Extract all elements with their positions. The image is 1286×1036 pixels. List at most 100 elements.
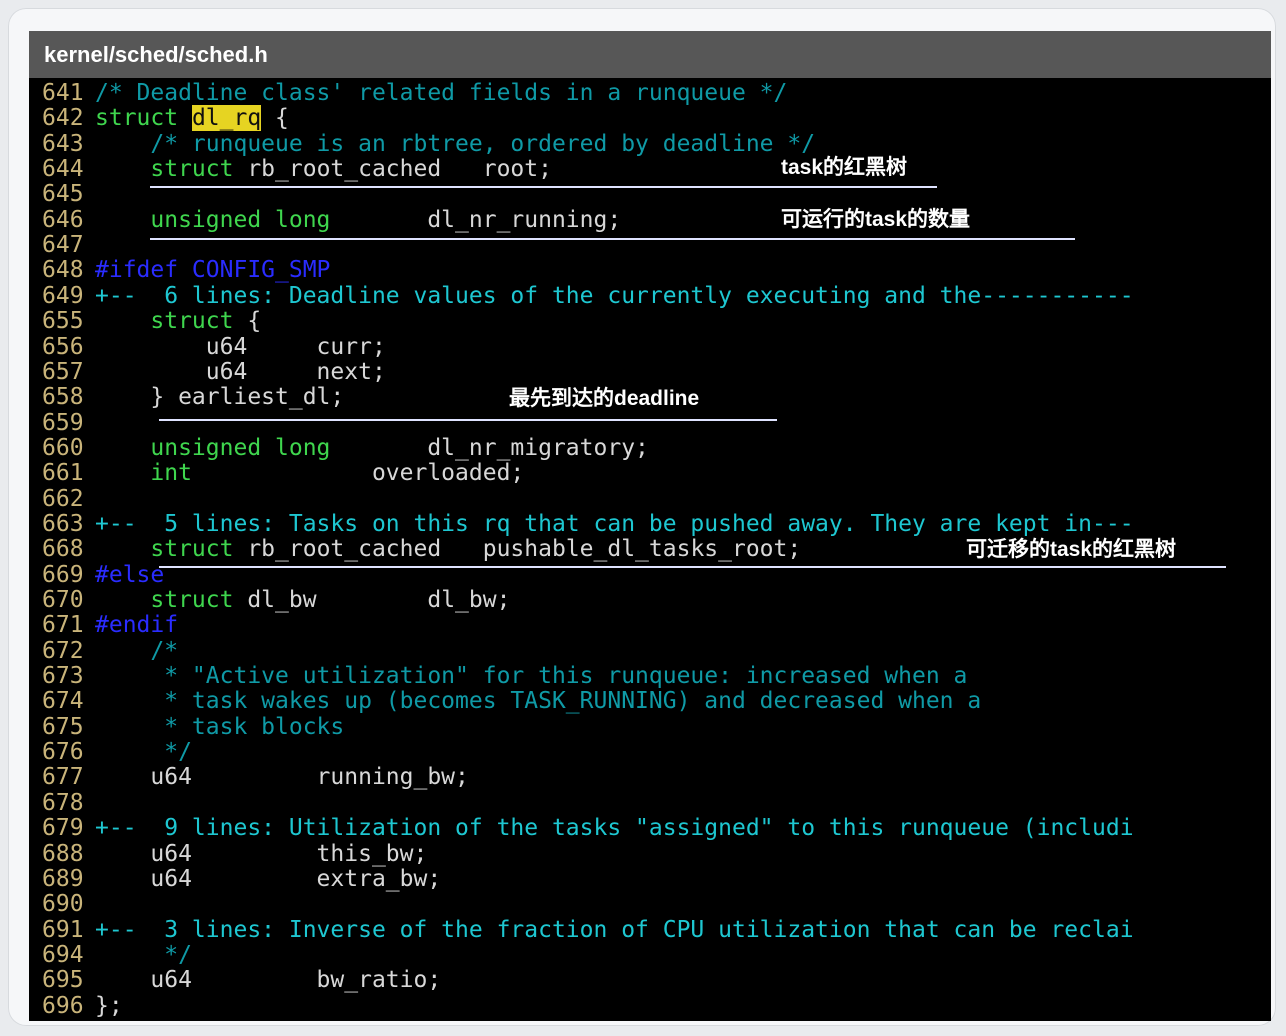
code-line[interactable]: 656 u64 curr; [29, 334, 386, 360]
line-number: 641 [42, 80, 84, 106]
code-line[interactable]: 642 struct dl_rq { [29, 105, 289, 132]
code-line[interactable]: 694 */ [29, 942, 192, 968]
code-line[interactable]: 675 * task blocks [29, 714, 344, 740]
code-token: u64 bw_ratio; [95, 967, 442, 994]
code-line[interactable]: 659 [29, 410, 95, 436]
code-line[interactable]: 674 * task wakes up (becomes TASK_RUNNIN… [29, 688, 981, 714]
code-line[interactable]: 660 unsigned long dl_nr_migratory; [29, 435, 649, 461]
code-line[interactable]: 649 +-- 6 lines: Deadline values of the c… [29, 283, 1134, 309]
line-number: 657 [42, 358, 84, 385]
code-line[interactable]: 657 u64 next; [29, 359, 386, 385]
code-text: +-- 6 lines: Deadline values of the curr… [95, 283, 1134, 309]
code-line[interactable]: 679 +-- 9 lines: Utilization of the tasks… [29, 815, 1134, 841]
code-token: * "Active utilization" for this runqueue… [95, 663, 968, 690]
code-token: */ [95, 739, 192, 766]
code-line[interactable]: 696}; [29, 993, 123, 1019]
code-line[interactable]: 678 [29, 790, 95, 816]
line-number: 669 [42, 561, 84, 588]
line-number: 689 [42, 865, 84, 892]
code-token: }; [95, 992, 123, 1019]
line-number: 642 [42, 105, 84, 132]
code-line[interactable]: 643 /* runqueue is an rbtree, ordered by… [29, 131, 815, 157]
line-number: 649 [42, 282, 84, 309]
code-token: struct [95, 105, 179, 132]
annotation-earliest: 最先到达的deadline [509, 387, 700, 410]
code-line[interactable]: 677 u64 running_bw; [29, 764, 469, 790]
line-number: 646 [42, 206, 84, 233]
code-line[interactable]: 690 [29, 891, 95, 917]
code-line[interactable]: 641 /* Deadline class' related fields in … [29, 80, 787, 106]
code-line[interactable]: 648 #ifdef CONFIG_SMP [29, 257, 330, 283]
code-viewer-window: kernel/sched/sched.h 641 /* Deadline clas… [29, 31, 1271, 1021]
line-number: 670 [42, 587, 84, 613]
code-token: +-- 3 lines: Inverse of the fraction of … [95, 916, 1134, 943]
code-line[interactable]: 661 int overloaded; [29, 460, 524, 486]
line-number: 695 [42, 967, 84, 994]
code-line[interactable]: 658 } earliest_dl; [29, 384, 344, 410]
code-line[interactable]: 646 unsigned long dl_nr_running; [29, 207, 621, 233]
code-line[interactable]: 689 u64 extra_bw; [29, 866, 441, 892]
code-token: int [150, 460, 192, 487]
code-text: u64 bw_ratio; [95, 967, 441, 993]
code-text: struct dl_rq { [95, 105, 289, 132]
line-number: 655 [42, 308, 84, 335]
line-number: 696 [42, 992, 84, 1019]
code-text: +-- 3 lines: Inverse of the fraction of … [95, 917, 1134, 943]
file-path-title: kernel/sched/sched.h [44, 42, 268, 67]
code-token: /* [95, 637, 179, 664]
line-number: 659 [42, 409, 84, 436]
line-number: 645 [42, 181, 84, 208]
code-token: } earliest_dl; [95, 384, 345, 411]
code-line[interactable]: 670 struct dl_bw dl_bw; [29, 587, 510, 613]
code-line[interactable]: 655 struct { [29, 308, 261, 334]
code-line[interactable]: 676 */ [29, 739, 192, 765]
code-token: dl_nr_running; [330, 206, 622, 233]
code-line[interactable]: 663 +-- 5 lines: Tasks on this rq that ca… [29, 511, 1134, 537]
code-token: dl_bw dl_bw; [233, 587, 511, 613]
code-token: { [261, 105, 289, 132]
code-line[interactable]: 671 #endif [29, 612, 178, 638]
code-text: */ [95, 942, 192, 968]
annotation-root: task的红黑树 [781, 156, 908, 179]
code-token: /* Deadline class' related fields in a r… [95, 80, 788, 106]
code-token: u64 curr; [95, 333, 386, 360]
code-line[interactable]: 669 #else [29, 562, 164, 588]
code-line[interactable]: 691 +-- 3 lines: Inverse of the fraction … [29, 917, 1134, 943]
code-token: { [233, 308, 262, 335]
code-text: #ifdef CONFIG_SMP [95, 257, 330, 283]
code-text: */ [95, 739, 192, 765]
code-token: +-- 6 lines: Deadline values of the curr… [95, 282, 1134, 309]
code-token: u64 this_bw; [95, 840, 428, 867]
code-line[interactable]: 647 [29, 232, 95, 258]
code-line[interactable]: 672 /* [29, 638, 178, 664]
code-line[interactable]: 673 * "Active utilization" for this runq… [29, 663, 967, 689]
code-line[interactable]: 668 struct rb_root_cached pushable_dl_ta… [29, 536, 801, 562]
code-token: u64 extra_bw; [95, 865, 442, 892]
code-text: * "Active utilization" for this runqueue… [95, 663, 967, 689]
code-text: #else [95, 562, 164, 588]
annotation-underline-pushable [159, 566, 1226, 568]
code-text: * task wakes up (becomes TASK_RUNNING) a… [95, 688, 981, 714]
code-line[interactable]: 688 u64 this_bw; [29, 841, 427, 867]
code-text: u64 running_bw; [95, 764, 469, 790]
line-number: 690 [42, 891, 84, 918]
code-token: struct [150, 308, 234, 335]
line-number: 648 [42, 257, 84, 284]
code-text: /* Deadline class' related fields in a r… [95, 80, 787, 106]
code-text: struct rb_root_cached root; [95, 156, 552, 182]
line-number: 660 [42, 434, 84, 461]
code-line[interactable]: 662 [29, 486, 95, 512]
code-text: }; [95, 993, 123, 1019]
code-text: +-- 9 lines: Utilization of the tasks "a… [95, 815, 1134, 841]
line-number: 668 [42, 536, 84, 563]
code-line[interactable]: 644 struct rb_root_cached root; [29, 156, 552, 182]
code-token: +-- 9 lines: Utilization of the tasks "a… [95, 815, 1134, 842]
line-number: 671 [42, 612, 84, 639]
line-number: 662 [42, 485, 84, 512]
code-line[interactable]: 645 [29, 181, 95, 207]
code-line[interactable]: 695 u64 bw_ratio; [29, 967, 441, 993]
line-number: 656 [42, 333, 84, 360]
